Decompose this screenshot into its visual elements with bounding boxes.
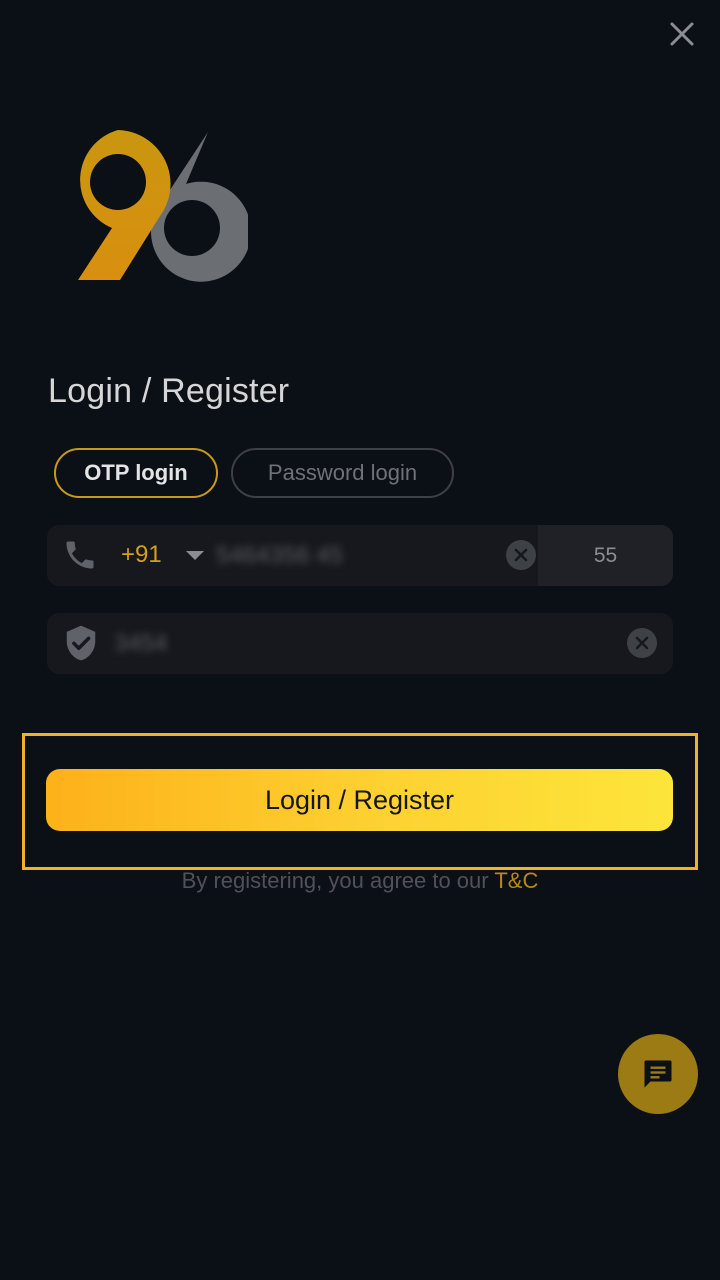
terms-prefix: By registering, you agree to our <box>181 868 495 893</box>
login-register-button[interactable]: Login / Register <box>46 769 673 831</box>
brand-logo <box>58 126 252 286</box>
clear-icon <box>635 636 649 650</box>
chat-icon <box>644 1060 672 1088</box>
otp-resend-timer[interactable]: 55 <box>538 525 673 586</box>
shield-check-icon <box>66 625 96 661</box>
chat-button[interactable] <box>618 1034 698 1114</box>
close-button[interactable] <box>664 16 700 52</box>
tab-password-login[interactable]: Password login <box>231 448 454 498</box>
close-icon <box>670 22 694 46</box>
clear-code-button[interactable] <box>627 628 657 658</box>
clear-phone-button[interactable] <box>506 540 536 570</box>
otp-code-input[interactable] <box>112 623 616 665</box>
tab-otp-login[interactable]: OTP login <box>54 448 218 498</box>
chevron-down-icon[interactable] <box>186 551 204 560</box>
page-title: Login / Register <box>48 372 290 410</box>
clear-icon <box>514 548 528 562</box>
phone-input[interactable] <box>214 535 498 577</box>
terms-text: By registering, you agree to our T&C <box>0 868 720 894</box>
country-code[interactable]: +91 <box>121 541 162 569</box>
phone-icon <box>66 541 94 569</box>
terms-link[interactable]: T&C <box>494 868 538 893</box>
